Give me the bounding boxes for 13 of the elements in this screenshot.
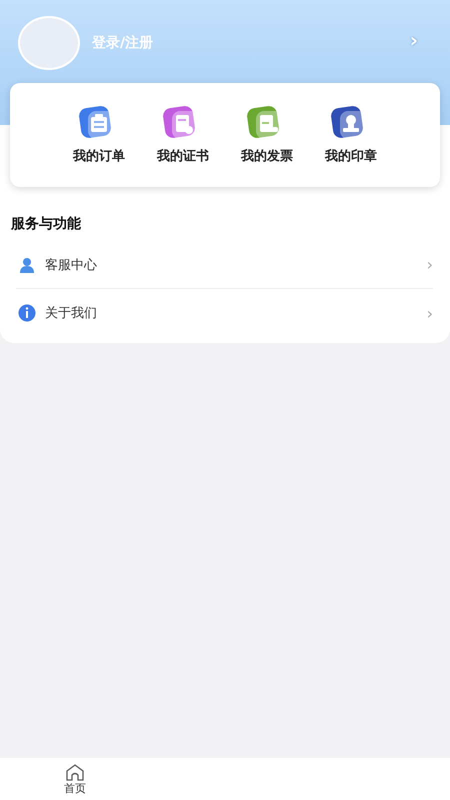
chevron-icon: › bbox=[410, 28, 418, 52]
shortcut-button[interactable]: 我的发票 bbox=[241, 105, 293, 187]
tab[interactable]: 首页 bbox=[54, 758, 96, 800]
menu-item[interactable]: 客服中心 › bbox=[16, 241, 433, 289]
chevron-icon: › bbox=[426, 304, 433, 322]
info-icon bbox=[18, 304, 36, 322]
menu-item[interactable]: 关于我们 › bbox=[16, 289, 433, 337]
shortcut-button[interactable]: 我的订单 bbox=[73, 105, 125, 187]
shortcut-button[interactable]: 我的印章 bbox=[325, 105, 377, 187]
chevron-icon: › bbox=[426, 255, 433, 274]
home-icon bbox=[64, 763, 86, 781]
section-title: 服务与功能 bbox=[10, 215, 82, 234]
shortcut-button[interactable]: 我的证书 bbox=[157, 105, 209, 187]
